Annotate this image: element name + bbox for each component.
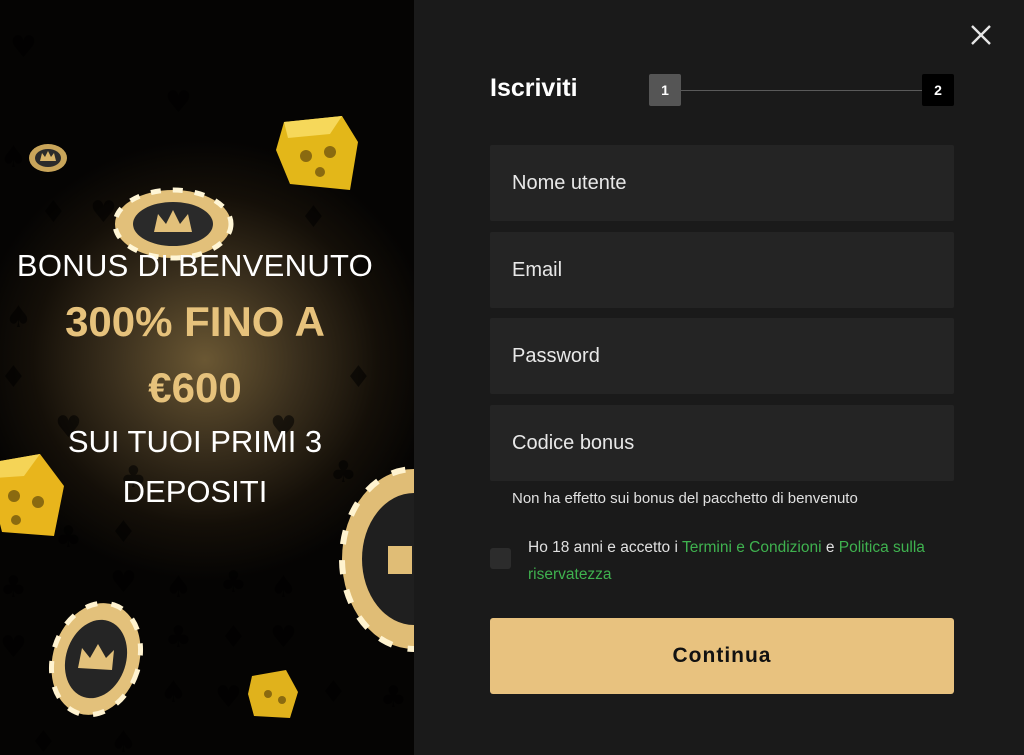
- dice-icon: [276, 116, 358, 190]
- bonus-code-hint: Non ha effetto sui bonus del pacchetto d…: [512, 490, 858, 507]
- consent-middle: e: [821, 539, 839, 556]
- promo-headline: BONUS DI BENVENUTO: [16, 248, 374, 283]
- step-1: 1: [649, 74, 681, 106]
- username-field[interactable]: [490, 145, 954, 221]
- age-terms-checkbox[interactable]: [490, 548, 511, 569]
- step-connector: [681, 90, 922, 91]
- step-2: 2: [922, 74, 954, 106]
- consent-text: Ho 18 anni e accetto i Termini e Condizi…: [528, 534, 948, 588]
- promo-panel: ♥ ♥ ♠ ♦ ♥ ♦ ♠ ♠ ♦ ♦ ♥ ♥ ♣ ♣ ♦ ♣ ♣ ♥ ♠ ♣ …: [0, 0, 414, 755]
- step-indicator: 1 2: [649, 74, 954, 106]
- email-field[interactable]: [490, 232, 954, 308]
- bonus-code-field[interactable]: [490, 405, 954, 481]
- casino-chip-icon: [48, 600, 144, 718]
- promo-bonus-amount: €600: [148, 364, 242, 411]
- page-title: Iscriviti: [490, 74, 578, 102]
- consent-prefix: Ho 18 anni e accetto i: [528, 539, 682, 556]
- dice-icon: [248, 670, 298, 718]
- signup-form-panel: Iscriviti 1 2 Non ha effetto sui bonus d…: [414, 0, 1024, 755]
- terms-link[interactable]: Termini e Condizioni: [682, 539, 822, 556]
- close-icon[interactable]: [970, 24, 992, 46]
- promo-bonus-percent: 300% FINO A: [65, 298, 325, 345]
- continue-button[interactable]: Continua: [490, 618, 954, 694]
- password-field[interactable]: [490, 318, 954, 394]
- casino-chip-icon: [29, 144, 67, 172]
- dice-icon: [0, 454, 64, 536]
- casino-chip-icon: [339, 466, 414, 652]
